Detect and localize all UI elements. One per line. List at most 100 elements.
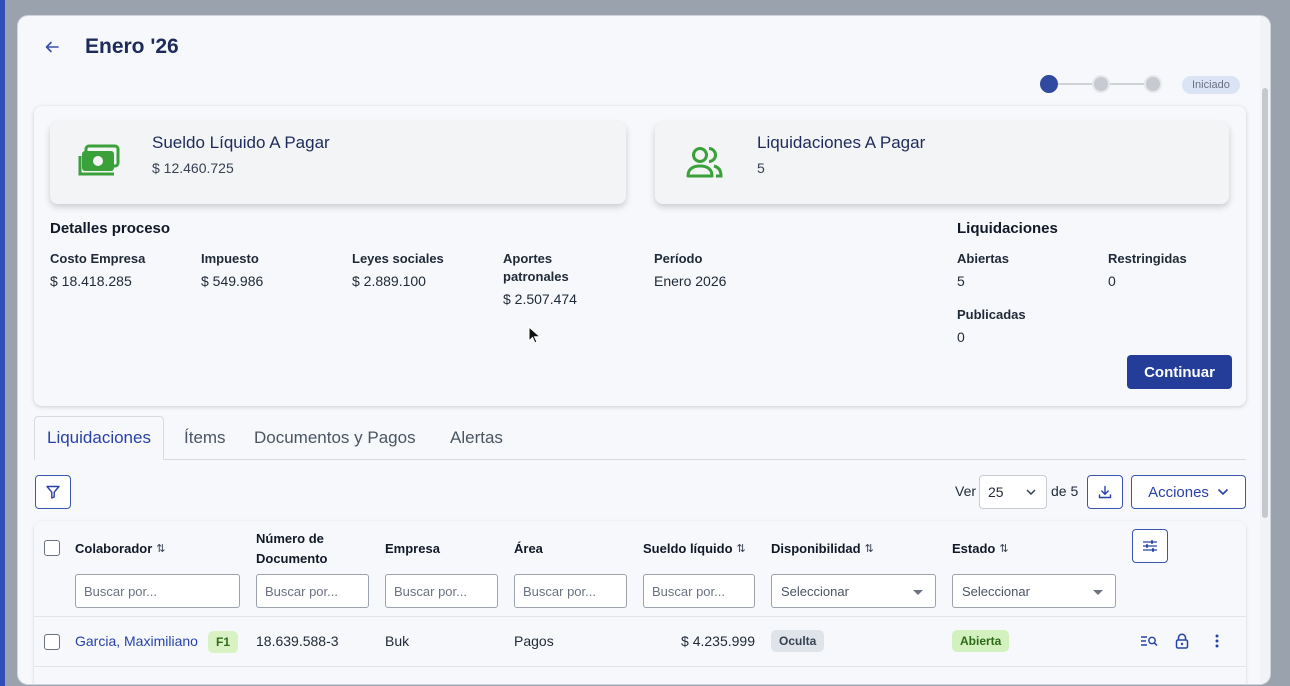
detail-label: Período: [654, 251, 703, 266]
chevron-down-icon: [1026, 489, 1036, 495]
step-connector: [1110, 83, 1144, 85]
area-cell: Pagos: [514, 633, 554, 649]
liquidaciones-table: Colaborador ⇅ Número de Documento Empres…: [34, 521, 1246, 684]
detail-label: Leyes sociales: [352, 251, 444, 266]
step-1-dot: [1040, 75, 1058, 93]
scrollbar-thumb[interactable]: [1262, 88, 1268, 518]
column-settings-button[interactable]: [1132, 529, 1168, 563]
colaborador-link[interactable]: Garcia, Maximiliano: [75, 633, 198, 649]
chevron-down-icon: [1217, 488, 1229, 496]
row-divider: [34, 616, 1246, 617]
detail-label: Aportes patronales: [503, 251, 569, 284]
row-divider: [34, 666, 1246, 667]
users-icon: [686, 147, 723, 178]
actions-button[interactable]: Acciones: [1131, 475, 1246, 509]
page-header: Enero '26: [18, 16, 1258, 80]
detail-label: Impuesto: [201, 251, 259, 266]
detail-value: $ 2.889.100: [352, 273, 426, 289]
filter-icon: [46, 485, 60, 499]
column-label: Empresa: [385, 541, 440, 556]
detail-value: Enero 2026: [654, 273, 727, 289]
download-button[interactable]: [1087, 475, 1123, 509]
kpi-card-liquidaciones: Liquidaciones A Pagar 5: [655, 122, 1229, 204]
lock-icon[interactable]: [1172, 631, 1192, 651]
detail-value: $ 549.986: [201, 273, 264, 289]
step-connector: [1058, 83, 1092, 85]
column-header-disponibilidad[interactable]: Disponibilidad ⇅: [771, 539, 874, 559]
filter-button[interactable]: [35, 475, 71, 509]
column-label: Sueldo líquido: [643, 541, 733, 556]
sort-icon[interactable]: ⇅: [737, 539, 746, 559]
column-label: Colaborador: [75, 541, 153, 556]
tab-liquidaciones[interactable]: Liquidaciones: [34, 416, 164, 460]
estado-badge: Abierta: [952, 630, 1010, 652]
scrollbar[interactable]: [1260, 16, 1270, 684]
column-header-documento[interactable]: Número de Documento: [256, 529, 356, 569]
more-options-icon[interactable]: [1207, 631, 1227, 651]
summary-value: 0: [957, 329, 965, 345]
step-2-dot: [1092, 75, 1110, 93]
disponibilidad-filter-select[interactable]: Seleccionar: [771, 574, 936, 608]
column-label: Estado: [952, 541, 996, 556]
sort-icon[interactable]: ⇅: [999, 539, 1008, 559]
column-label: Número de Documento: [256, 531, 328, 566]
collaborator-tag-badge: F1: [208, 631, 239, 653]
kpi-card-sueldo: Sueldo Líquido A Pagar $ 12.460.725: [50, 122, 626, 204]
status-badge: Iniciado: [1182, 76, 1240, 94]
column-header-estado[interactable]: Estado ⇅: [952, 539, 1009, 559]
select-all-checkbox[interactable]: [44, 540, 60, 556]
detail-value: $ 2.507.474: [503, 291, 577, 307]
summary-card: Sueldo Líquido A Pagar $ 12.460.725 Liqu…: [34, 106, 1246, 406]
caret-down-icon: [913, 590, 923, 595]
tab-bar: Liquidaciones Ítems Documentos y Pagos A…: [34, 416, 1246, 460]
detail-label: Costo Empresa: [50, 251, 146, 266]
column-header-area[interactable]: Área: [514, 539, 543, 559]
select-placeholder: Seleccionar: [962, 583, 1030, 599]
sueldo-filter-input[interactable]: [643, 574, 755, 608]
column-header-sueldo[interactable]: Sueldo líquido ⇅: [643, 539, 746, 559]
summary-label: Publicadas: [957, 307, 1026, 322]
money-icon: [78, 144, 120, 176]
sueldo-cell: $ 4.235.999: [681, 633, 755, 649]
kpi-value: $ 12.460.725: [152, 160, 234, 176]
details-heading: Detalles proceso: [50, 220, 171, 237]
liquidaciones-heading: Liquidaciones: [957, 220, 1058, 237]
summary-value: 5: [957, 273, 965, 289]
page-count-label: de 5: [1051, 483, 1079, 499]
view-detail-icon[interactable]: [1139, 631, 1159, 651]
summary-label: Abiertas: [957, 251, 1010, 266]
sort-icon[interactable]: ⇅: [865, 539, 874, 559]
summary-label: Restringidas: [1108, 251, 1187, 266]
sort-icon[interactable]: ⇅: [156, 539, 165, 559]
documento-filter-input[interactable]: [256, 574, 369, 608]
page-size-select[interactable]: 25: [979, 475, 1047, 509]
caret-down-icon: [1093, 590, 1103, 595]
window-frame-edge: [0, 0, 5, 686]
app-window: Enero '26 Iniciado Sueldo Líquido A Paga…: [18, 16, 1270, 684]
tab-items[interactable]: Ítems: [172, 416, 238, 459]
sliders-icon: [1143, 540, 1157, 552]
empresa-filter-input[interactable]: [385, 574, 498, 608]
column-label: Área: [514, 541, 543, 556]
column-header-colaborador[interactable]: Colaborador ⇅: [75, 539, 166, 559]
actions-label: Acciones: [1148, 483, 1209, 501]
select-placeholder: Seleccionar: [781, 583, 849, 599]
detail-value: $ 18.418.285: [50, 273, 132, 289]
continue-button[interactable]: Continuar: [1127, 355, 1232, 389]
mouse-cursor-icon: [528, 326, 542, 344]
column-header-empresa[interactable]: Empresa: [385, 539, 440, 559]
page-title: Enero '26: [85, 35, 179, 58]
kpi-title: Liquidaciones A Pagar: [757, 133, 926, 152]
row-checkbox[interactable]: [44, 634, 60, 650]
kpi-title: Sueldo Líquido A Pagar: [152, 133, 330, 152]
estado-filter-select[interactable]: Seleccionar: [952, 574, 1116, 608]
tab-alertas[interactable]: Alertas: [438, 416, 515, 459]
page-size-label: Ver: [955, 483, 977, 499]
page-size-value: 25: [988, 484, 1004, 500]
back-arrow-icon[interactable]: [44, 39, 62, 57]
download-icon: [1098, 485, 1112, 499]
tab-documentos-pagos[interactable]: Documentos y Pagos: [242, 416, 428, 459]
area-filter-input[interactable]: [514, 574, 627, 608]
documento-cell: 18.639.588-3: [256, 633, 339, 649]
colaborador-filter-input[interactable]: [75, 574, 240, 608]
